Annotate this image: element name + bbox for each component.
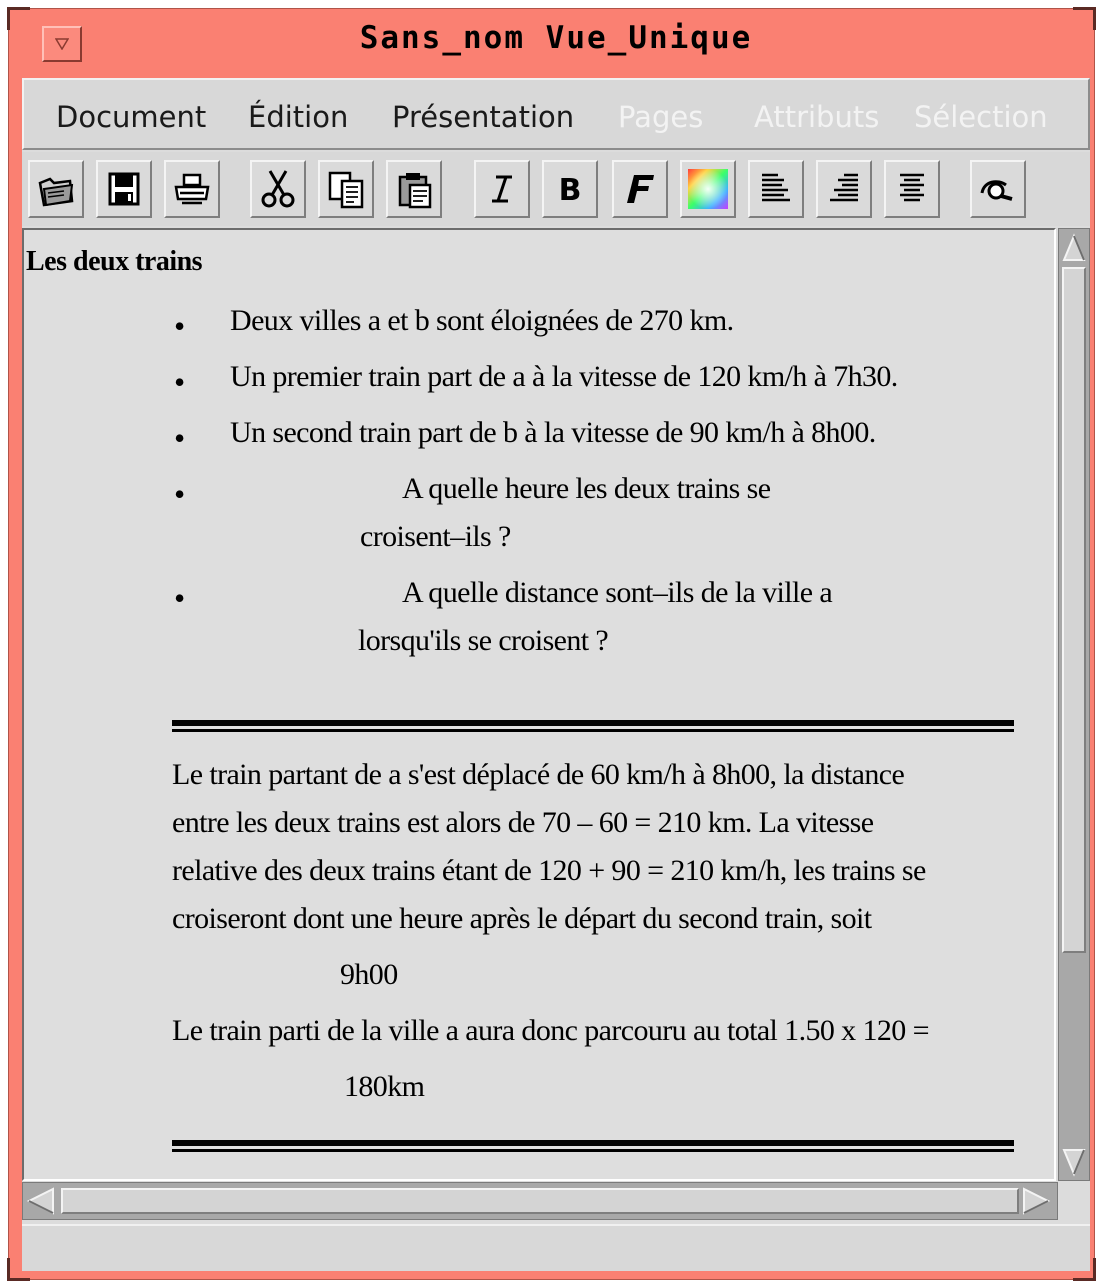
toolbar: B xyxy=(22,152,1090,226)
align-left-button[interactable] xyxy=(748,160,804,218)
paste-icon xyxy=(398,173,432,209)
bullet-item-3: Un second train part de b à la vitesse d… xyxy=(230,416,876,449)
menu-pages[interactable]: Pages xyxy=(618,100,703,134)
application-client-area: Document Édition Présentation Pages Attr… xyxy=(22,78,1090,1271)
italic-button[interactable] xyxy=(474,160,530,218)
align-right-button[interactable] xyxy=(816,160,872,218)
scroll-up-arrow-icon[interactable] xyxy=(1062,233,1086,263)
answer-line-4: croiseront dont une heure après le dépar… xyxy=(172,902,872,935)
bullet-item-5: A quelle distance sont–ils de la ville a xyxy=(402,576,833,609)
document-view[interactable]: Les deux trains • Deux villes a et b son… xyxy=(22,228,1056,1181)
document-heading: Les deux trains xyxy=(26,246,203,277)
bullet-item-1: Deux villes a et b sont éloignées de 270… xyxy=(230,304,734,337)
answer-time: 9h00 xyxy=(340,958,398,991)
horizontal-rule-bottom xyxy=(172,1140,1014,1152)
status-bar xyxy=(22,1224,1090,1271)
title-bar[interactable]: Sans_nom Vue_Unique xyxy=(22,14,1090,72)
bullet-2: • xyxy=(174,364,186,400)
scroll-left-arrow-icon[interactable] xyxy=(26,1187,56,1215)
open-icon xyxy=(38,177,74,207)
save-button[interactable] xyxy=(96,160,152,218)
align-center-button[interactable] xyxy=(884,160,940,218)
bullet-4: • xyxy=(174,476,186,512)
print-icon xyxy=(174,173,210,205)
print-button[interactable] xyxy=(164,160,220,218)
copy-button[interactable] xyxy=(318,160,374,218)
search-button[interactable] xyxy=(970,160,1026,218)
menu-bar: Document Édition Présentation Pages Attr… xyxy=(22,78,1090,150)
align-center-icon xyxy=(900,173,924,202)
align-right-icon xyxy=(830,173,858,202)
copy-icon xyxy=(328,171,364,209)
bullet-3: • xyxy=(174,420,186,456)
font-button[interactable] xyxy=(612,160,668,218)
window-title: Sans_nom Vue_Unique xyxy=(359,20,753,56)
bullet-item-5-continued: lorsqu'ils se croisent ? xyxy=(358,624,609,657)
search-icon xyxy=(980,180,1013,201)
answer-line-6: Le train parti de la ville a aura donc p… xyxy=(172,1014,930,1047)
horizontal-scroll-thumb[interactable] xyxy=(61,1188,1019,1214)
save-icon xyxy=(108,172,140,206)
bullet-item-2: Un premier train part de a à la vitesse … xyxy=(230,360,898,393)
bold-icon: B xyxy=(559,173,582,208)
answer-line-3: relative des deux trains étant de 120 + … xyxy=(172,854,926,887)
color-palette-icon xyxy=(688,169,728,209)
italic-icon xyxy=(492,175,512,203)
open-button[interactable] xyxy=(28,160,84,218)
font-icon xyxy=(627,175,654,203)
scroll-down-arrow-icon[interactable] xyxy=(1062,1147,1086,1177)
menu-selection[interactable]: Sélection xyxy=(914,100,1048,134)
menu-attributs[interactable]: Attributs xyxy=(754,100,879,134)
bold-button[interactable]: B xyxy=(542,160,598,218)
scroll-right-arrow-icon[interactable] xyxy=(1021,1187,1051,1215)
menu-edition[interactable]: Édition xyxy=(248,100,348,134)
paste-button[interactable] xyxy=(386,160,442,218)
answer-line-1: Le train partant de a s'est déplacé de 6… xyxy=(172,758,905,791)
answer-line-2: entre les deux trains est alors de 70 – … xyxy=(172,806,874,839)
cut-icon xyxy=(261,170,295,208)
color-button[interactable] xyxy=(680,160,736,218)
svg-text:B: B xyxy=(559,173,582,208)
bullet-item-4: A quelle heure les deux trains se xyxy=(402,472,771,505)
answer-distance: 180km xyxy=(344,1070,425,1103)
bullet-item-4-continued: croisent–ils ? xyxy=(360,520,511,553)
menu-document[interactable]: Document xyxy=(56,100,206,134)
bullet-5: • xyxy=(174,580,186,616)
align-left-icon xyxy=(762,173,790,202)
vertical-scroll-thumb[interactable] xyxy=(1062,267,1086,953)
horizontal-rule-top xyxy=(172,720,1014,732)
vertical-scrollbar[interactable] xyxy=(1058,228,1090,1181)
bullet-1: • xyxy=(174,308,186,344)
cut-button[interactable] xyxy=(250,160,306,218)
menu-presentation[interactable]: Présentation xyxy=(392,100,574,134)
horizontal-scrollbar[interactable] xyxy=(22,1182,1058,1220)
